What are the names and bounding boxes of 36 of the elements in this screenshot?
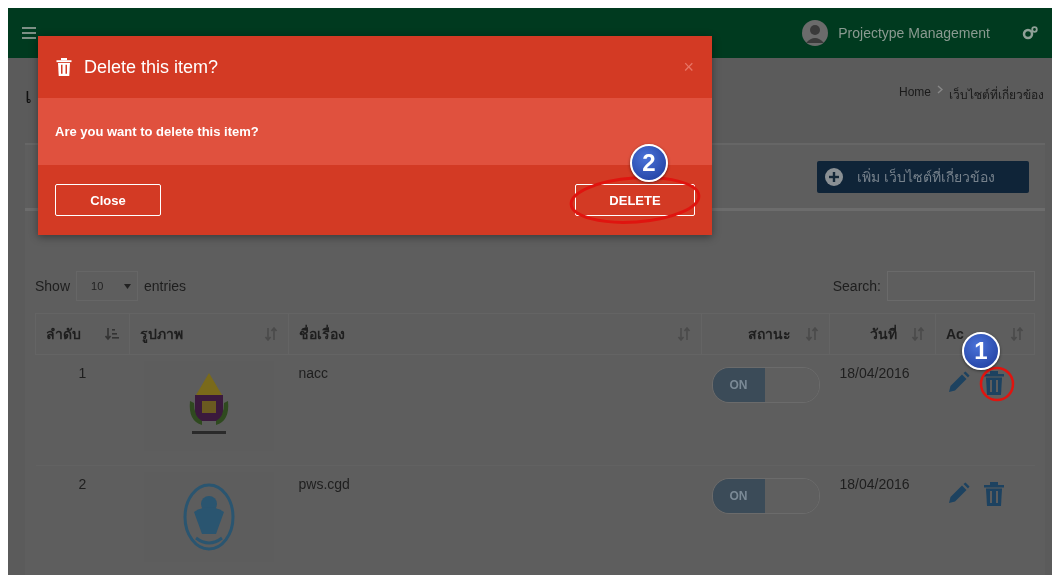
close-button[interactable]: × <box>683 56 694 78</box>
search-label: Search: <box>832 278 881 294</box>
column-header[interactable]: รูปภาพ <box>129 313 289 355</box>
column-header[interactable]: สถานะ <box>701 313 830 355</box>
column-header[interactable]: ชื่อเรื่อง <box>288 313 702 355</box>
delete-icon[interactable] <box>983 371 1004 395</box>
delete-icon <box>56 58 72 76</box>
table-cell: 18/04/2016 <box>829 354 936 466</box>
settings-icon[interactable] <box>1022 26 1038 40</box>
table-cell: pws.cgd <box>288 465 702 575</box>
table-cell: 1 <box>35 354 130 466</box>
entries-label: entries <box>144 278 187 294</box>
delete-icon[interactable] <box>983 482 1004 506</box>
caret-icon <box>124 283 132 289</box>
table-cell: 18/04/2016 <box>829 465 936 575</box>
dialog-message: Are you want to delete this item? <box>55 124 259 139</box>
close-button[interactable]: Close <box>55 184 161 216</box>
add-website-button[interactable]: เพิ่ม เว็บไซต์ที่เกี่ยวข้อง <box>817 160 1029 193</box>
table-cell: nacc <box>288 354 702 466</box>
breadcrumb-link[interactable]: Home <box>899 85 931 104</box>
column-header[interactable]: ลำดับ <box>35 313 130 355</box>
delete-button[interactable]: DELETE <box>575 184 695 216</box>
plus-icon <box>825 167 844 186</box>
column-header[interactable]: วันที่ <box>829 313 936 355</box>
status-toggle[interactable]: ON <box>711 478 820 514</box>
dialog-title: Delete this item? <box>84 56 219 78</box>
user-name[interactable]: Projectype Management <box>838 25 990 41</box>
page-title: เ <box>25 84 32 109</box>
status-toggle[interactable]: ON <box>711 367 820 403</box>
menu-icon[interactable] <box>22 27 36 39</box>
page-size-select[interactable]: 10 <box>76 271 139 301</box>
table-cell: 2 <box>35 465 130 575</box>
show-label: Show <box>35 278 71 294</box>
avatar-icon[interactable] <box>802 20 829 46</box>
highlight-ellipse <box>978 365 1016 403</box>
chevron-icon <box>937 85 943 94</box>
